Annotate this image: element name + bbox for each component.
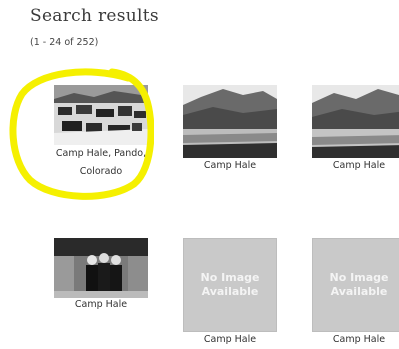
result-card-3[interactable]: Camp Hale [312,85,399,173]
result-card-4[interactable]: Camp Hale [54,238,148,313]
snowy-camp-photo [54,85,148,145]
page-title: Search results [30,6,159,26]
result-caption-5[interactable]: Camp Hale [163,331,297,349]
result-caption-2[interactable]: Camp Hale [163,157,297,175]
result-caption-6[interactable]: Camp Hale [292,331,399,349]
result-card-5[interactable]: No Image Available Camp Hale [183,238,277,346]
no-image-placeholder[interactable]: No Image Available [183,238,277,332]
result-card-2[interactable]: Camp Hale [183,85,277,173]
result-count: (1 - 24 of 252) [30,37,99,48]
result-thumbnail-2[interactable] [183,85,277,158]
result-caption-1[interactable]: Camp Hale, Pando, Colorado [34,145,168,181]
result-thumbnail-4[interactable] [54,238,148,298]
result-thumbnail-1[interactable] [54,85,148,145]
group-photo [54,238,148,298]
mountain-valley-photo [312,85,399,158]
result-caption-4[interactable]: Camp Hale [34,296,168,314]
result-caption-3[interactable]: Camp Hale [292,157,399,175]
result-thumbnail-3[interactable] [312,85,399,158]
result-card-6[interactable]: No Image Available Camp Hale [312,238,399,346]
mountain-valley-photo [183,85,277,158]
result-card-1[interactable]: Camp Hale, Pando, Colorado [54,85,148,180]
no-image-placeholder[interactable]: No Image Available [312,238,399,332]
